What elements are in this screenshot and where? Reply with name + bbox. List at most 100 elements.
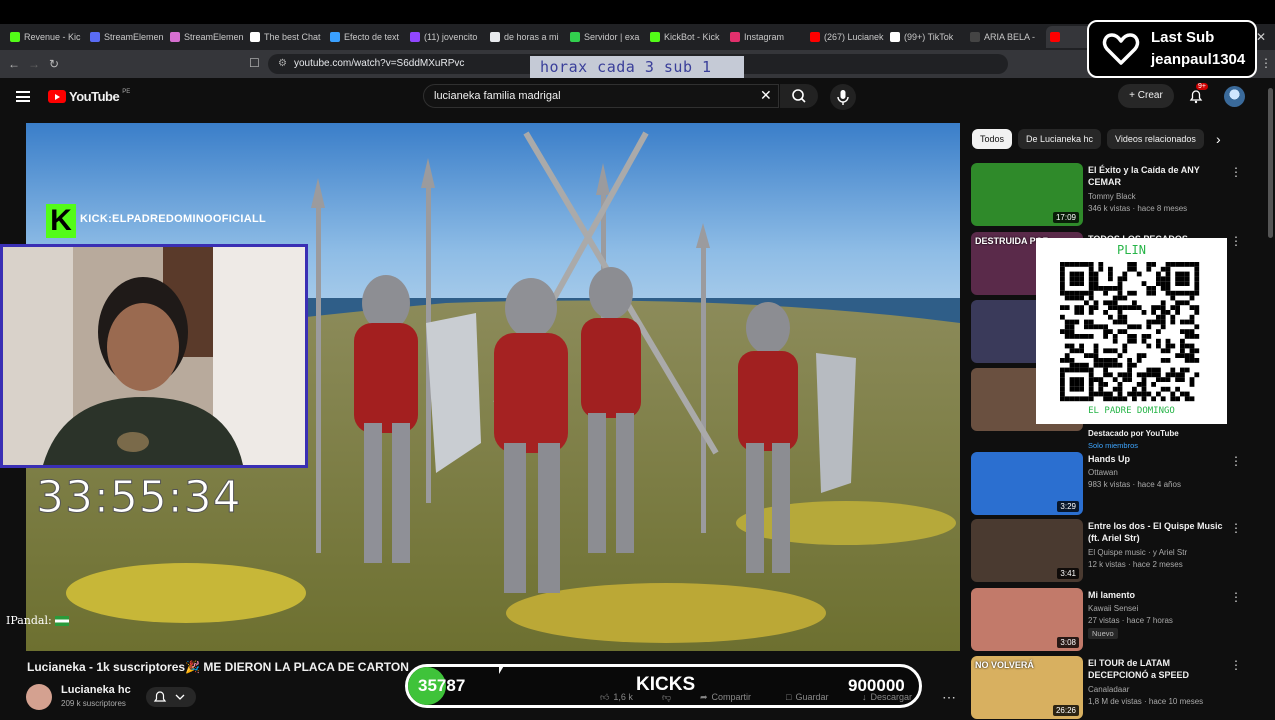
search-icon — [792, 89, 806, 103]
rec-meta: 346 k vistas · hace 8 meses — [1088, 204, 1188, 213]
browser-tab[interactable]: Servidor | exa — [566, 26, 646, 48]
tab-favicon-icon — [890, 32, 900, 42]
last-sub-title: Last Sub — [1151, 29, 1215, 46]
rec-channel[interactable]: Canaladaar — [1088, 684, 1233, 695]
kick-handle-text: KICK:ELPADREDOMINOOFICIALL — [80, 213, 267, 225]
pandal-overlay: IPandal: — [6, 614, 70, 627]
rec-menu-icon[interactable]: ⋮ — [1230, 521, 1242, 535]
pandal-text: IPandal: — [6, 614, 52, 627]
browser-tab[interactable]: (267) Lucianek — [806, 26, 886, 48]
tab-favicon-icon — [1050, 32, 1060, 42]
rec-thumbnail[interactable]: NO VOLVERÁ 26:26 — [971, 656, 1083, 719]
rec-menu-icon[interactable]: ⋮ — [1230, 658, 1242, 672]
rec-channel[interactable]: Kawaii Sensei — [1088, 603, 1233, 614]
browser-tab[interactable]: Instagram — [726, 26, 806, 48]
browser-tab[interactable]: KickBot - Kick — [646, 26, 726, 48]
qr-top-label: PLIN — [1117, 243, 1146, 257]
tab-favicon-icon — [730, 32, 740, 42]
youtube-region: PE — [122, 89, 131, 95]
browser-tab[interactable]: Efecto de text — [326, 26, 406, 48]
rec-title[interactable]: El TOUR de LATAM DECEPCIONÓ a SPEED — [1088, 657, 1223, 681]
rec-thumbnail[interactable]: 3:41 — [971, 519, 1083, 582]
clear-search-icon[interactable]: ✕ — [760, 87, 772, 104]
members-only-badge: Solo miembros — [1088, 441, 1139, 450]
menu-dots-icon[interactable]: ⋮ — [1260, 56, 1272, 70]
chip-related[interactable]: Videos relacionados — [1107, 129, 1204, 149]
rec-menu-icon[interactable]: ⋮ — [1230, 234, 1242, 248]
rec-thumbnail[interactable]: 3:29 — [971, 452, 1083, 515]
browser-tab[interactable]: StreamElemen — [166, 26, 246, 48]
rec-channel[interactable]: El Quispe music · y Ariel Str — [1088, 547, 1233, 558]
kicks-current: 35787 — [418, 676, 466, 695]
qr-code-icon — [1060, 262, 1200, 402]
browser-tab[interactable]: (11) jovencito — [406, 26, 486, 48]
rec-channel[interactable]: Ottawan — [1088, 467, 1233, 478]
bookmark-icon[interactable]: ☐ — [249, 56, 260, 70]
forward-icon[interactable]: → — [24, 57, 44, 71]
rec-duration: 26:26 — [1052, 705, 1079, 716]
rec-menu-icon[interactable]: ⋮ — [1230, 454, 1242, 468]
screen-top-strip — [0, 0, 1275, 24]
hamburger-menu-icon[interactable] — [16, 91, 30, 102]
rec-thumbnail[interactable]: 3:08 — [971, 588, 1083, 651]
webcam-person — [3, 247, 305, 465]
chip-todos[interactable]: Todos — [972, 129, 1013, 149]
rec-menu-icon[interactable]: ⋮ — [1230, 165, 1242, 179]
tab-label: ARIA BELA - — [984, 32, 1036, 42]
subscription-bell-button[interactable] — [146, 687, 196, 707]
search-input[interactable]: lucianeka familia madrigal — [423, 84, 779, 108]
browser-tab[interactable]: StreamElemen — [86, 26, 166, 48]
tab-favicon-icon — [650, 32, 660, 42]
youtube-logo[interactable]: YouTube PE — [48, 89, 130, 104]
rec-duration: 3:29 — [1057, 501, 1079, 512]
voice-search-button[interactable] — [830, 84, 856, 110]
browser-tab[interactable]: The best Chat — [246, 26, 326, 48]
tab-label: Servidor | exa — [584, 32, 640, 42]
create-label: Crear — [1137, 90, 1163, 101]
rec-menu-icon[interactable]: ⋮ — [1230, 590, 1242, 604]
account-avatar[interactable] — [1224, 86, 1245, 107]
channel-name[interactable]: Lucianeka hc — [61, 684, 131, 696]
more-actions-button[interactable]: ⋯ — [942, 688, 956, 706]
site-info-icon[interactable]: ⚙ — [278, 54, 287, 74]
rec-duration: 17:09 — [1052, 212, 1079, 223]
rec-duration: 3:41 — [1057, 568, 1079, 579]
rec-title[interactable]: Mi lamento — [1088, 589, 1223, 601]
kick-handle-overlay: KICK:ELPADREDOMINOOFICIALL — [80, 213, 266, 225]
notifications-button[interactable]: 9+ — [1188, 83, 1208, 104]
tab-favicon-icon — [90, 32, 100, 42]
browser-tab[interactable]: de horas a mi — [486, 26, 566, 48]
scrollbar[interactable] — [1268, 88, 1273, 238]
kicks-label: KICKS — [636, 674, 696, 695]
tab-label: (11) jovencito — [424, 32, 478, 42]
chevron-right-icon[interactable]: › — [1216, 131, 1221, 147]
plus-icon: + — [1129, 90, 1138, 101]
rec-thumbnail[interactable]: 17:09 — [971, 163, 1083, 226]
search-button[interactable] — [780, 84, 818, 108]
tab-label: (99+) TikTok — [904, 32, 954, 42]
tab-favicon-icon — [170, 32, 180, 42]
tab-label: (267) Lucianek — [824, 32, 884, 42]
chip-from-channel[interactable]: De Lucianeka hc — [1018, 129, 1102, 149]
heart-icon — [1102, 33, 1140, 65]
rec-title[interactable]: Entre los dos - El Quispe Music (ft. Ari… — [1088, 520, 1223, 544]
rec-title[interactable]: Hands Up — [1088, 453, 1223, 465]
tab-label: de horas a mi — [504, 32, 559, 42]
channel-avatar[interactable] — [26, 684, 52, 710]
browser-tab[interactable]: (99+) TikTok — [886, 26, 966, 48]
browser-tab-bar: Revenue - Kic StreamElemen StreamElemen The… — [0, 24, 1275, 50]
tab-favicon-icon — [970, 32, 980, 42]
back-icon[interactable]: ← — [4, 57, 24, 71]
create-button[interactable]: + Crear — [1118, 84, 1174, 108]
browser-tab[interactable]: ARIA BELA - — [966, 26, 1046, 48]
rec-channel[interactable]: Tommy Black — [1088, 191, 1233, 202]
browser-tab[interactable]: Revenue - Kic — [6, 26, 86, 48]
tab-label: Revenue - Kic — [24, 32, 81, 42]
rec-title[interactable]: El Éxito y la Caída de ANY CEMAR — [1088, 164, 1223, 188]
rec-channel[interactable]: Destacado por YouTube — [1088, 428, 1233, 439]
plin-qr-overlay — [1036, 238, 1227, 424]
tab-favicon-icon — [570, 32, 580, 42]
close-icon[interactable]: ✕ — [1256, 30, 1266, 44]
reload-icon[interactable]: ↻ — [44, 57, 64, 71]
tab-favicon-icon — [10, 32, 20, 42]
